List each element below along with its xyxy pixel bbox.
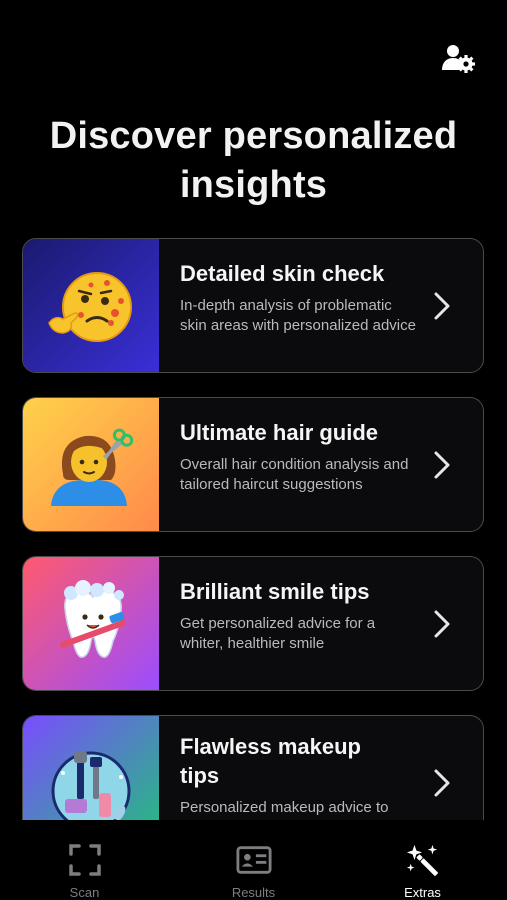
card-makeup-tips[interactable]: Flawless makeup tips Personalized makeup…: [22, 715, 484, 820]
makeup-brushes-emoji: [51, 750, 131, 820]
card-body: Ultimate hair guide Overall hair conditi…: [159, 398, 483, 531]
tab-results[interactable]: Results: [169, 820, 338, 900]
tab-scan[interactable]: Scan: [0, 820, 169, 900]
tooth-brush-emoji: [59, 579, 126, 658]
bottom-tab-bar: Scan Results Extras: [0, 820, 507, 900]
card-title: Ultimate hair guide: [180, 420, 379, 445]
card-description: In-depth analysis of problematic skin ar…: [180, 297, 416, 334]
card-title: Detailed skin check: [180, 261, 385, 286]
card-thumbnail: [23, 239, 159, 372]
card-description: Personalized makeup advice to: [180, 799, 389, 816]
card-smile-tips[interactable]: Brilliant smile tips Get personalized ad…: [22, 556, 484, 691]
tab-label: Results: [231, 885, 276, 900]
card-thumbnail: [23, 716, 159, 820]
card-body: Flawless makeup tips Personalized makeup…: [159, 716, 483, 820]
tab-label: Scan: [69, 885, 100, 900]
haircut-person-emoji: [51, 428, 134, 506]
tab-extras[interactable]: Extras: [338, 820, 507, 900]
card-description: Overall hair condition analysis and tail…: [180, 456, 409, 493]
card-title: Brilliant smile tips: [180, 579, 370, 604]
card-title: Flawless makeup tips: [180, 734, 361, 788]
card-skin-check[interactable]: Detailed skin check In-depth analysis of…: [22, 238, 484, 373]
card-hair-guide[interactable]: Ultimate hair guide Overall hair conditi…: [22, 397, 484, 532]
chevron-right-icon: [434, 610, 450, 637]
scan-frame-icon: [67, 842, 103, 878]
id-card-icon: [235, 842, 272, 878]
card-body: Detailed skin check In-depth analysis of…: [159, 239, 483, 372]
card-list: Detailed skin check In-depth analysis of…: [0, 0, 507, 820]
card-body: Brilliant smile tips Get personalized ad…: [159, 557, 483, 690]
chevron-right-icon: [434, 451, 450, 478]
acne-face-emoji: [48, 271, 132, 342]
card-description: Get personalized advice for a whiter, he…: [180, 615, 376, 652]
magic-wand-icon: [405, 842, 441, 878]
tab-label: Extras: [404, 885, 441, 900]
chevron-right-icon: [434, 292, 450, 319]
card-thumbnail: [23, 398, 159, 531]
extras-screen: Discover personalized insights Detailed …: [0, 0, 507, 900]
chevron-right-icon: [434, 769, 450, 796]
card-thumbnail: [23, 557, 159, 690]
